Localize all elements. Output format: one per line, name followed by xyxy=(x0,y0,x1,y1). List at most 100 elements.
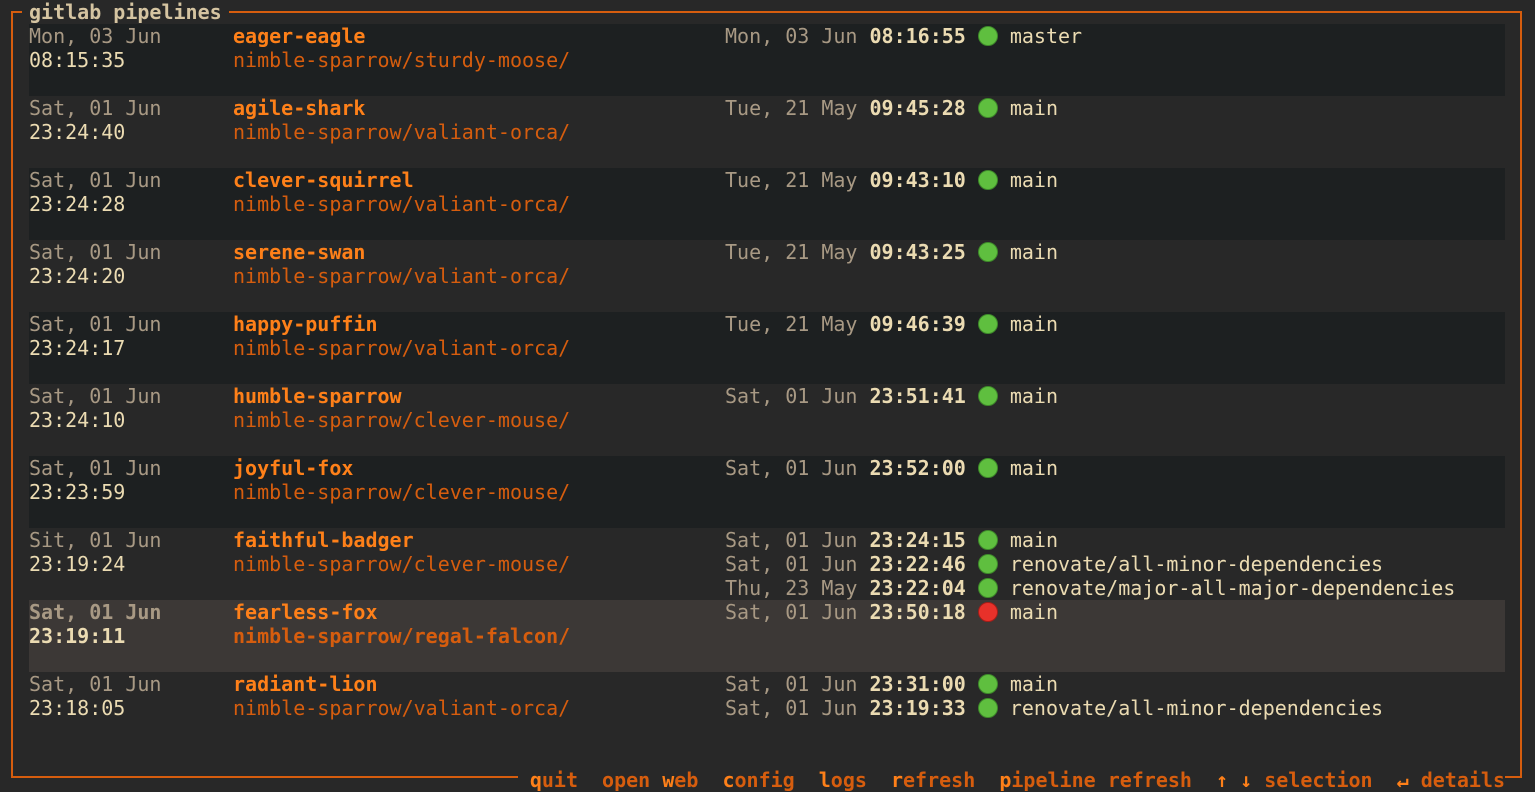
ref-branch: main xyxy=(1009,456,1058,480)
project-path: nimble-sparrow/valiant-orca/ xyxy=(233,264,571,288)
keybinding-key: p xyxy=(999,768,1012,792)
pipeline-row[interactable]: Sat, 01 Jun 23:23:59 joyful-fox nimble-spar… xyxy=(29,456,1505,528)
pipeline-date: Mon, 03 Jun xyxy=(29,24,162,48)
ref-date: Tue, 21 May xyxy=(725,240,870,264)
ref-time: 09:46:39 xyxy=(869,312,966,336)
keybinding-logs[interactable]: logs xyxy=(819,768,867,792)
project-name: faithful-badger xyxy=(233,528,414,552)
keybinding-key: r xyxy=(890,768,904,792)
pipeline-date: Sat, 01 Jun xyxy=(29,384,162,408)
project-name: clever-squirrel xyxy=(233,168,414,192)
status-success-icon xyxy=(977,386,998,406)
ref-time: 08:16:55 xyxy=(869,24,966,48)
ref-date: Sat, 01 Jun xyxy=(725,672,870,696)
pipeline-time: 23:24:20 xyxy=(29,264,126,288)
pipeline-time: 23:19:24 xyxy=(29,552,126,576)
pipeline-ref: Sat, 01 Jun 23:31:00 main xyxy=(725,672,1058,696)
status-success-icon xyxy=(977,674,998,694)
keybinding-quit[interactable]: quit xyxy=(530,768,578,792)
pipeline-date: Sat, 01 Jun xyxy=(29,600,162,624)
project-name: joyful-fox xyxy=(233,456,354,480)
pipeline-row[interactable]: Mon, 03 Jun 08:15:35 eager-eagle nimble-spa… xyxy=(29,24,1505,96)
pipeline-time: 23:18:05 xyxy=(29,696,126,720)
keybinding-bar: quit open web config logs refresh pipeli… xyxy=(517,768,1505,792)
pipeline-row[interactable]: Sat, 01 Jun 23:24:17 happy-puffin nimble-sp… xyxy=(29,312,1505,384)
project-name: eager-eagle xyxy=(233,24,366,48)
ref-branch: main xyxy=(1009,312,1058,336)
pipeline-ref: Sat, 01 Jun 23:52:00 main xyxy=(725,456,1058,480)
pipeline-ref: Tue, 21 May 09:45:28 main xyxy=(725,96,1058,120)
project-name: radiant-lion xyxy=(233,672,378,696)
ref-date: Sat, 01 Jun xyxy=(725,696,870,720)
keybinding-pipeline refresh[interactable]: pipeline refresh xyxy=(999,768,1192,792)
pipeline-row[interactable]: Sat, 01 Jun 23:18:05 radiant-lion nimble-sp… xyxy=(29,672,1505,744)
ref-date: Sat, 01 Jun xyxy=(725,384,870,408)
keybinding-key: w xyxy=(662,768,675,792)
ref-branch: main xyxy=(1009,240,1058,264)
project-path: nimble-sparrow/regal-falcon/ xyxy=(233,624,571,648)
pipeline-row[interactable]: Sat, 01 Jun 23:24:20 serene-swan nimble-spa… xyxy=(29,240,1505,312)
project-path: nimble-sparrow/clever-mouse/ xyxy=(233,552,571,576)
pipeline-date: Sat, 01 Jun xyxy=(29,168,162,192)
keybinding-key: c xyxy=(722,768,735,792)
keybinding-↵ details[interactable]: ↵ details xyxy=(1397,768,1505,792)
pipeline-date: Sat, 01 Jun xyxy=(29,456,162,480)
ref-date: Sat, 01 Jun xyxy=(725,456,870,480)
ref-date: Sat, 01 Jun xyxy=(725,528,870,552)
project-name: happy-puffin xyxy=(233,312,378,336)
project-path: nimble-sparrow/valiant-orca/ xyxy=(233,120,571,144)
pipeline-ref: Tue, 21 May 09:46:39 main xyxy=(725,312,1058,336)
keybinding-open web[interactable]: open web xyxy=(602,768,698,792)
pipeline-date: Sat, 01 Jun xyxy=(29,240,162,264)
pipeline-ref: Sat, 01 Jun 23:19:33 renovate/all-minor-d… xyxy=(725,696,1383,720)
status-success-icon xyxy=(977,698,998,718)
pipeline-date: Sat, 01 Jun xyxy=(29,312,162,336)
ref-date: Sat, 01 Jun xyxy=(725,552,870,576)
keybinding-key: q xyxy=(529,768,542,792)
pipeline-ref: Sat, 01 Jun 23:22:46 renovate/all-minor-d… xyxy=(725,552,1383,576)
status-success-icon xyxy=(977,554,998,574)
ref-time: 23:22:46 xyxy=(869,552,966,576)
ref-branch: renovate/major-all-major-dependencies xyxy=(1009,576,1456,600)
status-success-icon xyxy=(977,314,998,334)
ref-time: 23:51:41 xyxy=(869,384,966,408)
app-title: gitlab pipelines xyxy=(22,0,229,24)
pipeline-time: 23:24:40 xyxy=(29,120,126,144)
status-success-icon xyxy=(977,170,998,190)
ref-time: 09:43:10 xyxy=(869,168,966,192)
project-name: serene-swan xyxy=(233,240,366,264)
pipeline-date: Sat, 01 Jun xyxy=(29,96,162,120)
ref-date: Thu, 23 May xyxy=(725,576,870,600)
pipeline-row[interactable]: Sat, 01 Jun 23:24:10 humble-sparrow nimble-… xyxy=(29,384,1505,456)
ref-time: 23:19:33 xyxy=(869,696,966,720)
pipeline-row[interactable]: Sat, 01 Jun 23:24:28 clever-squirrel nimble… xyxy=(29,168,1505,240)
ref-branch: renovate/all-minor-dependencies xyxy=(1009,696,1384,720)
status-success-icon xyxy=(977,530,998,550)
status-success-icon xyxy=(977,98,998,118)
ref-branch: renovate/all-minor-dependencies xyxy=(1009,552,1384,576)
pipeline-ref: Thu, 23 May 23:22:04 renovate/major-all-m… xyxy=(725,576,1455,600)
pipeline-ref: Sat, 01 Jun 23:50:18 main xyxy=(725,600,1058,624)
ref-time: 23:31:00 xyxy=(869,672,966,696)
pipeline-time: 23:24:17 xyxy=(29,336,126,360)
pipeline-row[interactable]: Sat, 01 Jun 23:19:11 fearless-fox nimble-sp… xyxy=(29,600,1505,672)
project-path: nimble-sparrow/clever-mouse/ xyxy=(233,408,571,432)
ref-time: 09:43:25 xyxy=(869,240,966,264)
project-name: fearless-fox xyxy=(233,600,378,624)
ref-branch: main xyxy=(1009,672,1058,696)
keybinding-↑ ↓ selection[interactable]: ↑ ↓ selection xyxy=(1216,768,1373,792)
pipeline-row[interactable]: Sat, 01 Jun 23:24:40 agile-shark nimble-spa… xyxy=(29,96,1505,168)
ref-branch: main xyxy=(1009,384,1058,408)
status-success-icon xyxy=(977,26,998,46)
status-success-icon xyxy=(977,242,998,262)
keybinding-refresh[interactable]: refresh xyxy=(891,768,975,792)
ref-branch: master xyxy=(1009,24,1083,48)
keybinding-config[interactable]: config xyxy=(722,768,794,792)
ref-date: Tue, 21 May xyxy=(725,96,870,120)
pipeline-ref: Tue, 21 May 09:43:25 main xyxy=(725,240,1058,264)
pipeline-date: Sit, 01 Jun xyxy=(29,528,162,552)
ref-date: Mon, 03 Jun xyxy=(725,24,870,48)
ref-time: 09:45:28 xyxy=(869,96,966,120)
project-path: nimble-sparrow/valiant-orca/ xyxy=(233,192,571,216)
pipeline-row[interactable]: Sit, 01 Jun 23:19:24 faithful-badger nimble… xyxy=(29,528,1505,600)
